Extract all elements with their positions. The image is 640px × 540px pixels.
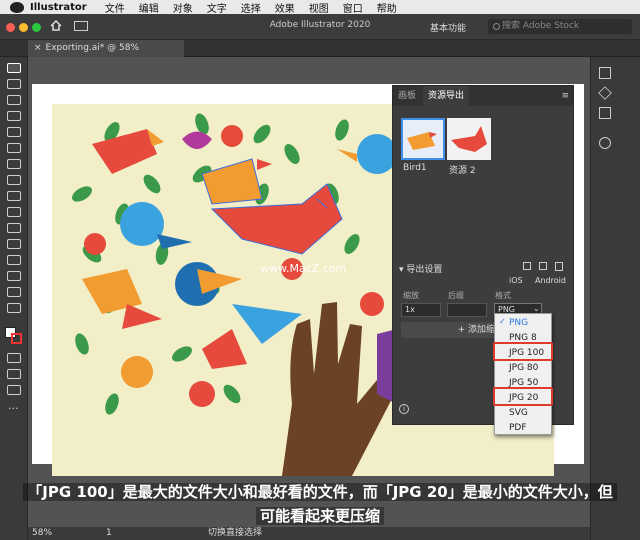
tools-panel: ··· [0, 57, 28, 540]
scale-column-header: 缩放 [403, 291, 419, 300]
export-settings-title: ▾ 导出设置 [399, 265, 443, 275]
type-tool-icon[interactable] [7, 159, 21, 169]
menu-window[interactable]: 窗口 [343, 0, 363, 15]
menu-file[interactable]: 文件 [105, 0, 125, 15]
asset-thumbnail-bird1[interactable] [401, 118, 445, 160]
asset-name-bird1[interactable]: Bird1 [403, 163, 427, 173]
eyedropper-tool-icon[interactable] [7, 239, 21, 249]
stock-search-input[interactable]: 搜索 Adobe Stock [488, 19, 632, 34]
rectangle-tool-icon[interactable] [7, 127, 21, 137]
android-label[interactable]: Android [535, 276, 566, 285]
add-android-icon[interactable] [539, 262, 547, 270]
menu-help[interactable]: 帮助 [377, 0, 397, 15]
format-option-svg[interactable]: SVG [495, 406, 553, 421]
add-ios-icon[interactable] [523, 262, 531, 270]
asset-thumbnail-2[interactable] [447, 118, 491, 160]
ios-label[interactable]: iOS [509, 276, 523, 285]
zoom-window-button[interactable] [32, 23, 41, 32]
add-scale-button[interactable]: + 添加缩 [401, 322, 499, 338]
watermark: www.MacZ.com [260, 262, 346, 275]
search-icon [493, 23, 500, 30]
orange-bird-bottom [82, 269, 162, 329]
mac-menubar: Illustrator 文件 编辑 对象 文字 选择 效果 视图 窗口 帮助 [0, 0, 640, 15]
paintbrush-tool-icon[interactable] [7, 143, 21, 153]
more-tools-icon[interactable]: ··· [8, 402, 19, 415]
artboard-tool-icon[interactable] [7, 287, 21, 297]
scale-select[interactable]: 1x [401, 303, 441, 317]
menu-object[interactable]: 对象 [173, 0, 193, 15]
tab-artboards[interactable]: 画板 [393, 86, 421, 106]
zoom-level[interactable]: 58% [32, 527, 52, 540]
orange-bird-selected [201, 158, 272, 205]
format-column-header: 格式 [495, 291, 511, 300]
layers-icon[interactable] [598, 86, 612, 100]
caption-line-1: 「JPG 100」是最大的文件大小和最好看的文件，而「JPG 20」是最小的文件… [23, 483, 617, 501]
highlight-jpg20 [493, 387, 553, 406]
caption-line-2: 可能看起来更压缩 [255, 507, 384, 525]
color-wheel-icon[interactable] [599, 137, 611, 149]
close-window-button[interactable] [6, 23, 15, 32]
menu-effect[interactable]: 效果 [275, 0, 295, 15]
highlight-jpg100 [493, 342, 553, 361]
graph-tool-icon[interactable] [7, 271, 21, 281]
pen-tool-icon[interactable] [7, 95, 21, 105]
document-tab[interactable]: ×Exporting.ai* @ 58% (CMYK/GPU 预览) [28, 40, 184, 70]
status-bar: 58% 1 切换直接选择 [28, 527, 590, 540]
selection-tool-icon[interactable] [7, 63, 21, 73]
libraries-icon[interactable] [599, 107, 611, 119]
format-option-jpg80[interactable]: JPG 80 [495, 361, 553, 376]
suffix-input[interactable] [447, 303, 487, 317]
chevron-down-icon: ⌄ [533, 304, 540, 313]
menu-type[interactable]: 文字 [207, 0, 227, 15]
tutorial-caption: 「JPG 100」是最大的文件大小和最好看的文件，而「JPG 20」是最小的文件… [0, 480, 640, 530]
butterfly [182, 131, 212, 149]
artboard-number[interactable]: 1 [106, 527, 112, 540]
app-title-bar: Adobe Illustrator 2020 基本功能 搜索 Adobe Sto… [0, 14, 640, 40]
zoom-tool-icon[interactable] [7, 303, 21, 313]
blue-bird-left [120, 202, 192, 249]
menu-edit[interactable]: 编辑 [139, 0, 159, 15]
stroke-color-swatch[interactable] [11, 333, 22, 344]
draw-mode-icon[interactable] [7, 369, 21, 379]
workspace-switcher[interactable]: 基本功能 [430, 21, 466, 34]
curvature-tool-icon[interactable] [7, 111, 21, 121]
red-bird-bottom [202, 329, 247, 369]
info-icon[interactable]: i [399, 404, 409, 414]
panel-menu-icon[interactable]: ≡ [561, 91, 569, 101]
app-menu[interactable]: Illustrator [30, 2, 87, 13]
close-icon[interactable]: × [34, 43, 42, 53]
screen-mode-icon[interactable] [7, 385, 21, 395]
suffix-column-header: 后缀 [448, 291, 464, 300]
format-option-pdf[interactable]: PDF [495, 421, 553, 436]
status-hint: 切换直接选择 [208, 528, 263, 538]
orange-flower [121, 356, 153, 388]
color-mode-icon[interactable] [7, 353, 21, 363]
eraser-tool-icon[interactable] [7, 191, 21, 201]
line-tool-icon[interactable] [7, 175, 21, 185]
format-dropdown-menu: PNG ✓ PNG 8 JPG 100 JPG 80 JPG 50 JPG 20… [494, 313, 552, 435]
menu-select[interactable]: 选择 [241, 0, 261, 15]
tab-asset-export[interactable]: 资源导出 [423, 86, 470, 106]
delete-icon[interactable] [555, 262, 563, 271]
blend-tool-icon[interactable] [7, 255, 21, 265]
workspace-layout-icon[interactable] [74, 21, 88, 31]
menu-view[interactable]: 视图 [309, 0, 329, 15]
blue-bird-right [337, 134, 397, 174]
width-tool-icon[interactable] [7, 223, 21, 233]
rotate-tool-icon[interactable] [7, 207, 21, 217]
home-icon[interactable] [50, 19, 62, 31]
apple-icon[interactable] [10, 1, 24, 13]
properties-icon[interactable] [599, 67, 611, 79]
asset-name-2[interactable]: 资源 2 [449, 163, 476, 176]
red-bird-left [92, 129, 164, 174]
checkmark-icon: ✓ [499, 317, 506, 326]
minimize-window-button[interactable] [19, 23, 28, 32]
export-settings-label: 导出设置 [406, 265, 443, 275]
direct-selection-tool-icon[interactable] [7, 79, 21, 89]
right-dock [590, 57, 640, 540]
